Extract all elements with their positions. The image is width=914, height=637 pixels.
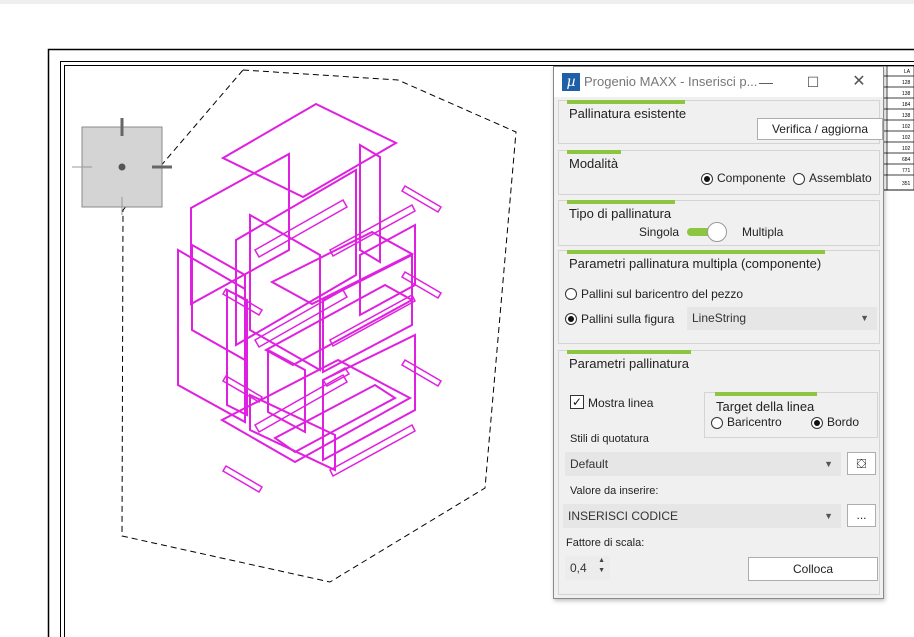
group-accent [715, 392, 817, 396]
exploded-assembly-drawing [177, 102, 416, 472]
figure-type-select[interactable]: LineString ▼ [687, 307, 877, 330]
table-cell: 351 [902, 181, 911, 187]
group-accent [567, 250, 825, 254]
group-accent [567, 350, 691, 354]
radio-target-baricentro[interactable] [711, 417, 723, 429]
table-cell: 102 [902, 146, 911, 152]
group-type: Tipo di pallinatura Singola Multipla [558, 200, 880, 246]
radio-label-assemblato: Assemblato [809, 171, 872, 185]
dimension-style-value: Default [570, 457, 609, 471]
chevron-down-icon: ▼ [860, 313, 869, 323]
style-manager-button[interactable]: ⛋ [847, 452, 876, 475]
radio-label-componente: Componente [717, 171, 786, 185]
table-cell: 684 [902, 157, 911, 163]
radio-on-figure[interactable] [565, 313, 577, 325]
group-title-existing: Pallinatura esistente [569, 106, 687, 121]
group-multi-params: Parametri pallinatura multipla (componen… [558, 250, 880, 344]
dialog-title: Progenio MAXX - Inserisci p... [584, 74, 758, 89]
radio-center-of-part[interactable] [565, 288, 577, 300]
dimension-styles-label: Stili di quotatura [570, 433, 649, 445]
scale-factor-spinner[interactable]: 0,4 ▲ ▼ [565, 556, 610, 580]
radio-label-baricentro: Baricentro [727, 415, 782, 429]
group-mode: Modalità Componente Assemblato [558, 150, 880, 195]
figure-type-value: LineString [692, 311, 747, 325]
value-to-insert-value: INSERISCI CODICE [568, 509, 679, 523]
group-line-target: Target della linea Baricentro Bordo [704, 392, 878, 438]
radio-label-bordo: Bordo [827, 415, 860, 429]
radio-label-on-figure: Pallini sulla figura [581, 312, 675, 326]
show-line-label: Mostra linea [588, 396, 654, 410]
table-cell: 184 [902, 102, 911, 108]
radio-assemblato[interactable] [793, 173, 805, 185]
table-cell: 138 [902, 91, 911, 97]
maximize-icon[interactable]: ☐ [801, 72, 825, 92]
verify-update-button[interactable]: Verifica / aggiorna [757, 118, 883, 140]
show-line-checkbox[interactable]: ✓ [570, 395, 584, 409]
group-accent [567, 150, 621, 154]
insert-balloons-dialog: µ Progenio MAXX - Inserisci p... — ☐ ✕ P… [553, 66, 884, 599]
cursor-crosshair [72, 118, 172, 215]
group-title-mode: Modalità [569, 156, 619, 171]
group-existing: Pallinatura esistente Verifica / aggiorn… [558, 100, 883, 144]
value-to-insert-label: Valore da inserire: [570, 485, 659, 497]
group-title-type: Tipo di pallinatura [569, 206, 672, 221]
spinner-arrows-icon[interactable]: ▲ ▼ [598, 556, 605, 576]
radio-label-center-of-part: Pallini sul baricentro del pezzo [581, 287, 744, 301]
group-title-multi: Parametri pallinatura multipla (componen… [569, 256, 822, 271]
radio-target-bordo[interactable] [811, 417, 823, 429]
style-manager-icon: ⛋ [856, 456, 867, 471]
group-accent [567, 100, 685, 104]
scale-factor-value: 0,4 [570, 561, 587, 575]
chevron-down-icon: ▼ [824, 511, 833, 521]
close-icon[interactable]: ✕ [847, 72, 871, 92]
table-cell: 138 [902, 113, 911, 119]
table-cell: 771 [902, 168, 911, 174]
minimize-icon[interactable]: — [754, 72, 778, 92]
group-accent [567, 200, 675, 204]
scale-factor-label: Fattore di scala: [566, 537, 645, 549]
radio-componente[interactable] [701, 173, 713, 185]
group-params: Parametri pallinatura ✓ Mostra linea Tar… [558, 350, 880, 595]
single-multi-toggle[interactable] [687, 222, 727, 242]
toggle-knob [707, 222, 727, 242]
group-title-target: Target della linea [716, 399, 815, 414]
dialog-titlebar[interactable]: µ Progenio MAXX - Inserisci p... — ☐ ✕ [554, 67, 883, 97]
table-cell: 128 [902, 80, 911, 86]
table-cell: 102 [902, 124, 911, 130]
progenio-app-icon: µ [562, 73, 580, 91]
group-title-params: Parametri pallinatura [569, 356, 689, 371]
value-to-insert-select[interactable]: INSERISCI CODICE ▼ [563, 504, 841, 528]
table-header: LA [904, 69, 911, 75]
more-options-button[interactable]: ... [847, 504, 876, 527]
toggle-label-multipla: Multipla [742, 225, 784, 239]
chevron-down-icon: ▼ [824, 459, 833, 469]
place-button[interactable]: Colloca [748, 557, 878, 581]
table-cell: 102 [902, 135, 911, 141]
toggle-label-singola: Singola [639, 225, 680, 239]
dimension-style-select[interactable]: Default ▼ [565, 452, 841, 476]
